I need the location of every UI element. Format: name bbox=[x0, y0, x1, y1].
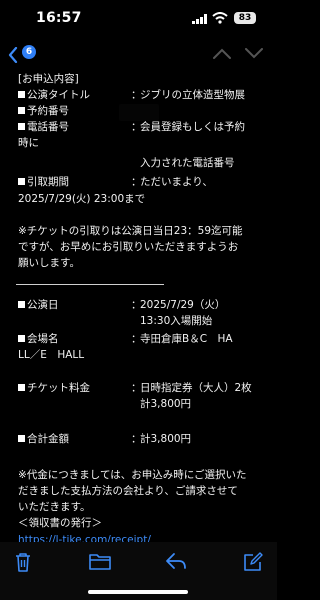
pickup-period-deadline: 2025/7/29(火) 23:00まで bbox=[18, 193, 146, 205]
chevron-left-icon[interactable] bbox=[8, 47, 18, 63]
battery-icon: 83 bbox=[234, 12, 256, 24]
bullet-icon bbox=[18, 91, 25, 98]
bullet-icon bbox=[18, 123, 25, 130]
ticket-price-value: 日時指定券（大人）2枚 bbox=[140, 382, 252, 394]
reservation-number-label: 予約番号 bbox=[18, 104, 69, 119]
receipt-link[interactable]: https://l-tike.com/receipt/ bbox=[18, 533, 151, 542]
divider bbox=[16, 284, 164, 285]
performance-date-value: 2025/7/29（火） bbox=[140, 299, 226, 311]
bullet-icon bbox=[18, 384, 25, 391]
reply-icon[interactable] bbox=[165, 552, 187, 570]
phone-number-label: 電話番号 bbox=[18, 120, 69, 135]
performance-date-label: 公演日 bbox=[18, 298, 59, 313]
performance-title-label: 公演タイトル bbox=[18, 88, 90, 103]
bullet-icon bbox=[18, 107, 25, 114]
folder-icon[interactable] bbox=[89, 552, 111, 570]
bullet-icon bbox=[18, 335, 25, 342]
compose-icon[interactable] bbox=[243, 552, 263, 572]
ticket-price-label: チケット料金 bbox=[18, 381, 90, 396]
unread-count-badge[interactable]: 6 bbox=[22, 45, 36, 59]
venue-value: 寺田倉庫B＆C HA bbox=[140, 333, 233, 345]
pickup-note-line: ※チケットの引取りは公演日当日23：59迄可能 bbox=[18, 225, 243, 237]
email-body: [お申込内容] 公演タイトル ： ジブリの立体造型物展 予約番号 電話番号 ： … bbox=[0, 72, 277, 542]
wifi-icon bbox=[212, 12, 228, 24]
chevron-up-icon[interactable] bbox=[213, 48, 231, 59]
chevron-down-icon[interactable] bbox=[245, 48, 263, 59]
payment-note-line: だきました支払方法の会社より、ご請求させて bbox=[18, 485, 238, 497]
phone-number-value: 会員登録もしくは予約 bbox=[140, 121, 245, 133]
pickup-note-line: ですが、お早めにお引取りいただきますようお bbox=[18, 241, 239, 253]
venue-value-cont: LL／E HALL bbox=[18, 349, 85, 361]
total-amount-label: 合計金額 bbox=[18, 432, 69, 447]
mail-nav-bar: 6 bbox=[0, 36, 277, 72]
bullet-icon bbox=[18, 301, 25, 308]
status-time: 16:57 bbox=[36, 10, 82, 26]
pickup-note-line: 願いします。 bbox=[18, 257, 80, 269]
signal-icon bbox=[192, 14, 207, 24]
status-bar: 16:57 83 bbox=[0, 0, 277, 36]
pickup-period-label: 引取期間 bbox=[18, 175, 69, 190]
bullet-icon bbox=[18, 435, 25, 442]
receipt-header: ＜領収書の発行＞ bbox=[18, 517, 102, 529]
total-amount-value: 計3,800円 bbox=[140, 433, 192, 445]
phone-number-value-cont: 時に bbox=[18, 137, 39, 149]
payment-note-line: ※代金につきましては、お申込み時にご選択いた bbox=[18, 469, 247, 481]
performance-title-value: ジブリの立体造型物展 bbox=[140, 89, 245, 101]
pickup-period-value: ただいまより、 bbox=[140, 176, 213, 188]
payment-note-line: いただきます。 bbox=[18, 501, 91, 513]
home-indicator[interactable] bbox=[88, 590, 188, 594]
venue-label: 会場名 bbox=[18, 332, 59, 347]
entry-time-value: 13:30入場開始 bbox=[140, 315, 213, 327]
section-header: [お申込内容] bbox=[18, 73, 79, 85]
ticket-price-total: 計3,800円 bbox=[140, 398, 192, 410]
bullet-icon bbox=[18, 178, 25, 185]
phone-number-value-cont2: 入力された電話番号 bbox=[140, 157, 235, 169]
redacted-block bbox=[119, 104, 159, 121]
trash-icon[interactable] bbox=[14, 552, 32, 572]
